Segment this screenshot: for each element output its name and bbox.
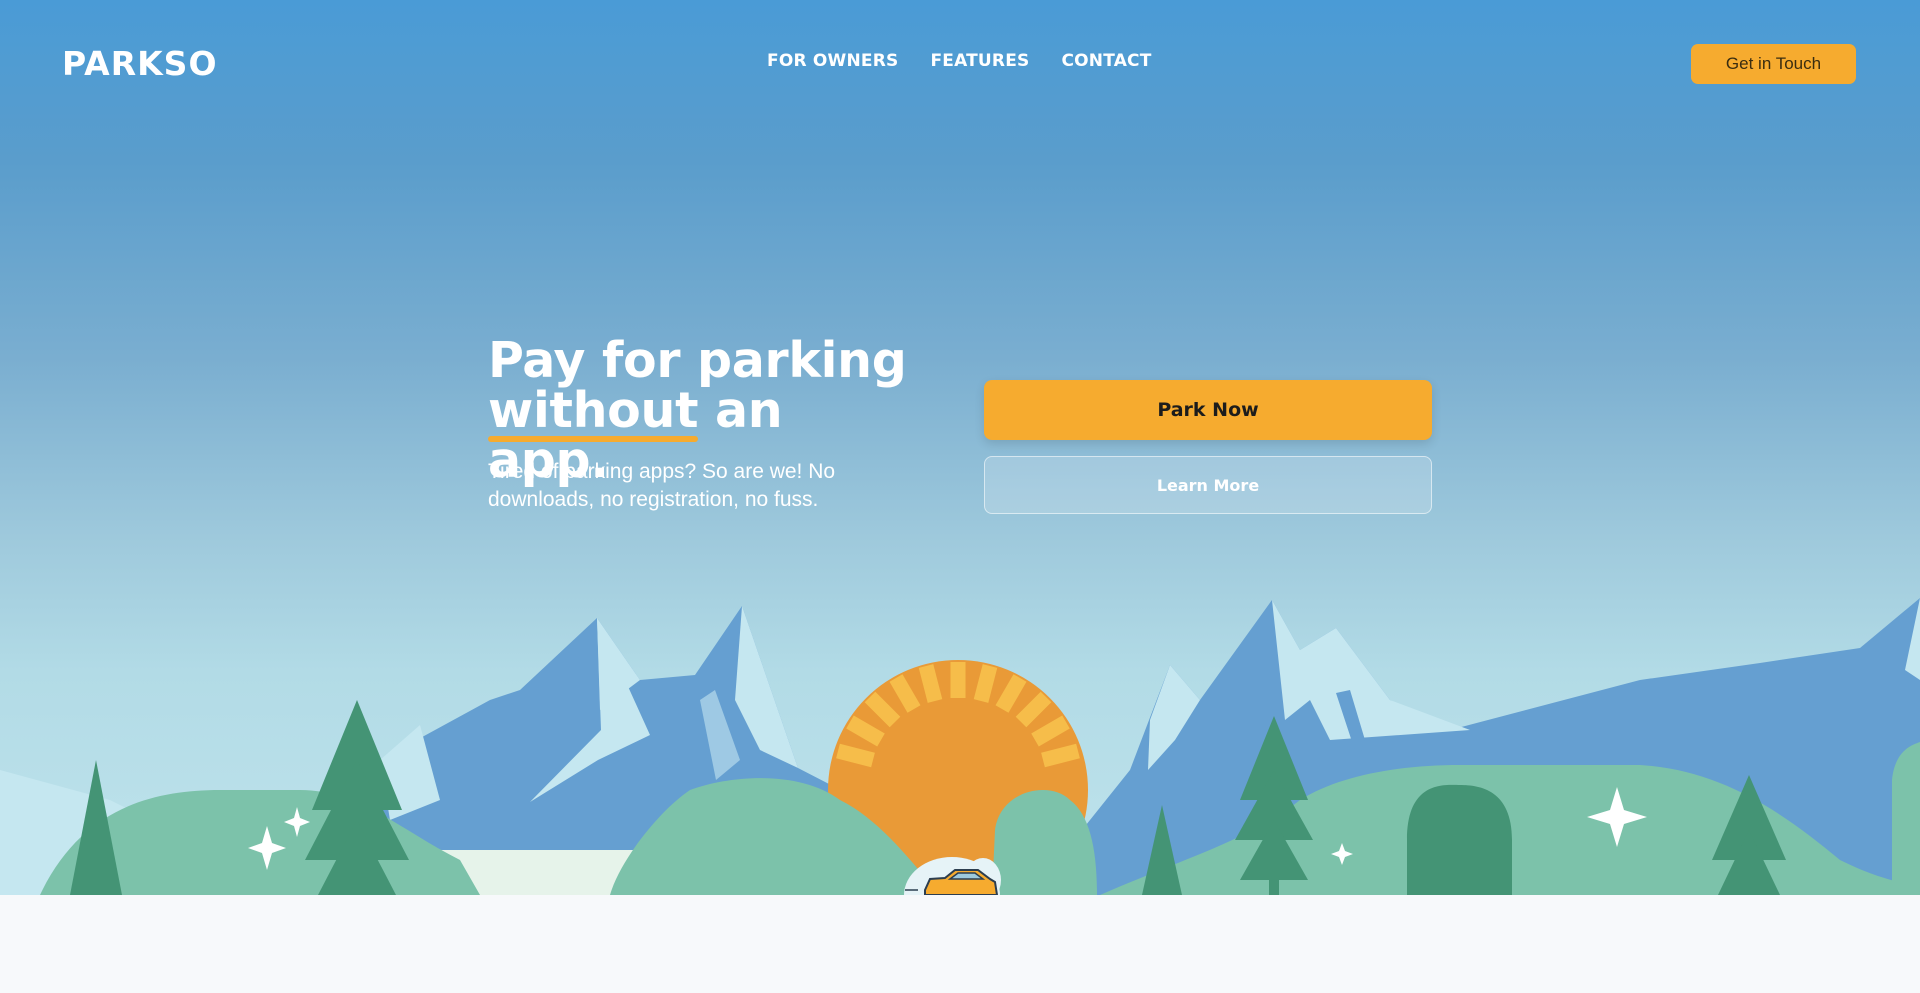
learn-more-button[interactable]: Learn More [984, 456, 1432, 514]
nav-link-for-owners[interactable]: FOR OWNERS [767, 51, 898, 71]
nav-link-features[interactable]: FEATURES [930, 51, 1029, 71]
brand-logo[interactable]: PARKSO [62, 44, 218, 83]
hero-subtext: Tired of parking apps? So are we! No dow… [488, 460, 836, 511]
top-navigation: PARKSO FOR OWNERS FEATURES CONTACT Get i… [0, 0, 1920, 126]
park-now-button[interactable]: Park Now [984, 380, 1432, 440]
headline-emphasis: without [488, 382, 699, 442]
page-lower-section [0, 895, 1920, 993]
hero-section: PARKSO FOR OWNERS FEATURES CONTACT Get i… [0, 0, 1920, 895]
get-in-touch-button[interactable]: Get in Touch [1691, 44, 1856, 84]
nav-links: FOR OWNERS FEATURES CONTACT [767, 51, 1152, 71]
landscape-illustration [0, 598, 1920, 895]
headline-line-1: Pay for parking [488, 332, 907, 389]
nav-link-contact[interactable]: CONTACT [1061, 51, 1151, 71]
